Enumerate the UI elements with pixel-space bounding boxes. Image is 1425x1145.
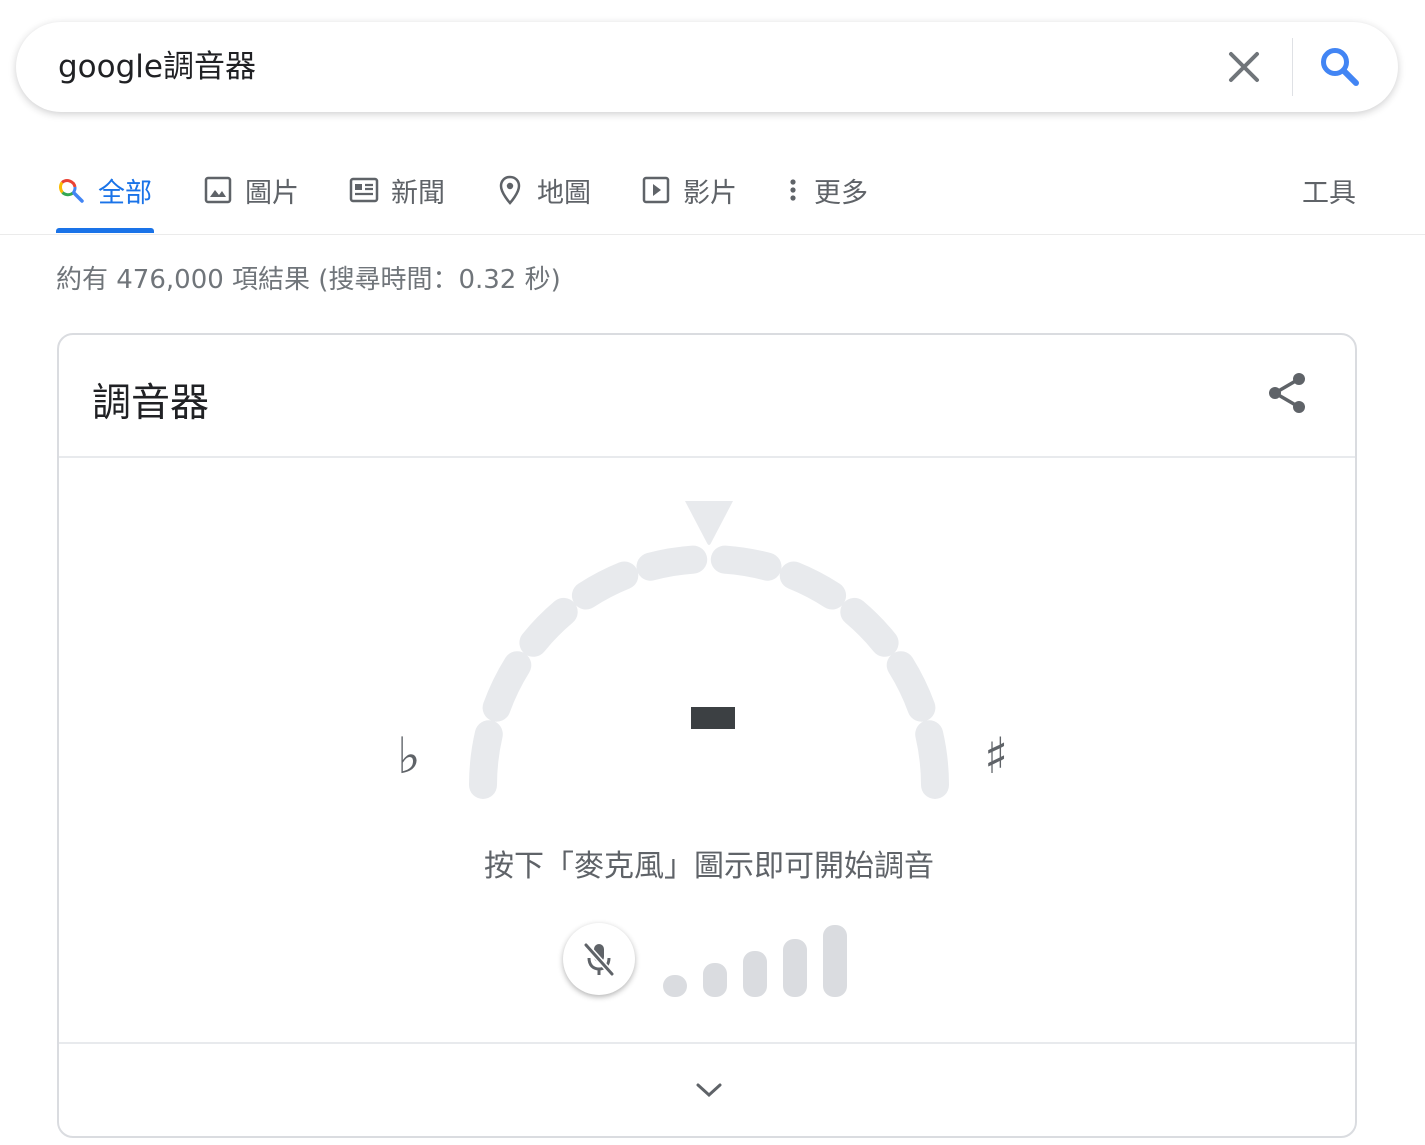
level-bar [743, 951, 767, 997]
gauge-segment [915, 720, 949, 799]
result-stats: 約有 476,000 項結果 (搜尋時間：0.32 秒) [56, 265, 561, 295]
card-footer-divider [59, 1042, 1355, 1044]
microphone-button[interactable] [563, 923, 635, 995]
clear-search-button[interactable] [1224, 47, 1264, 87]
tab-more[interactable]: 更多 [784, 168, 868, 212]
search-box[interactable]: google調音器 [16, 22, 1398, 112]
card-title: 調音器 [92, 381, 210, 426]
tab-all[interactable]: 全部 [56, 168, 152, 212]
tab-news[interactable]: 新聞 [349, 168, 445, 212]
tools-label: 工具 [1302, 177, 1356, 209]
gauge-segment [710, 545, 782, 581]
tuner-instruction: 按下「麥克風」圖示即可開始調音 [484, 849, 934, 884]
search-input[interactable]: google調音器 [58, 48, 256, 86]
level-bar [663, 975, 687, 997]
level-bar [823, 925, 847, 997]
search-icon [1321, 48, 1359, 86]
gauge-segment [886, 651, 936, 722]
gauge-segment [571, 561, 639, 610]
search-button[interactable] [1318, 45, 1362, 89]
tuner-gauge [469, 501, 949, 799]
news-icon [349, 177, 379, 203]
pitch-indicator-icon [685, 501, 733, 545]
tools-button[interactable]: 工具 [1302, 168, 1356, 212]
tab-label: 新聞 [391, 177, 445, 209]
map-pin-icon [499, 175, 521, 205]
search-icon [59, 179, 84, 203]
tab-label: 地圖 [537, 177, 591, 209]
gauge-segment [840, 597, 899, 657]
tab-maps[interactable]: 地圖 [495, 168, 591, 212]
gauge-segment [482, 651, 532, 722]
close-icon [1229, 52, 1259, 82]
gauge-segment [779, 561, 847, 610]
tab-label: 圖片 [245, 177, 299, 209]
gauge-segment [519, 597, 578, 657]
mic-off-icon [583, 942, 615, 977]
tab-label: 全部 [98, 177, 152, 209]
active-tab-indicator [56, 228, 154, 233]
tuner-card: 調音器 ♭ ♯ 按下「麥克風」圖示即可開始調音 [57, 333, 1357, 1138]
level-bar [703, 963, 727, 997]
sharp-symbol: ♯ [984, 727, 1009, 785]
mic-level-meter [663, 925, 847, 997]
play-icon [642, 176, 670, 204]
tab-videos[interactable]: 影片 [641, 168, 737, 212]
tab-label: 影片 [683, 177, 737, 209]
share-button[interactable] [1259, 365, 1319, 425]
gauge-segment [469, 720, 503, 799]
note-display [691, 707, 735, 729]
tab-label: 更多 [814, 177, 868, 209]
expand-button[interactable] [679, 1065, 739, 1115]
image-icon [204, 176, 232, 204]
search-divider [1292, 38, 1293, 96]
card-header-divider [59, 456, 1355, 458]
gauge-segment [636, 545, 708, 581]
chevron-down-icon [696, 1083, 722, 1098]
more-vert-icon [790, 179, 796, 201]
search-tabs: 全部 圖片 新聞 地圖 影片 更多 工具 [0, 150, 1425, 235]
tab-images[interactable]: 圖片 [203, 168, 299, 212]
level-bar [783, 939, 807, 997]
share-icon [1269, 373, 1305, 413]
flat-symbol: ♭ [397, 727, 421, 785]
